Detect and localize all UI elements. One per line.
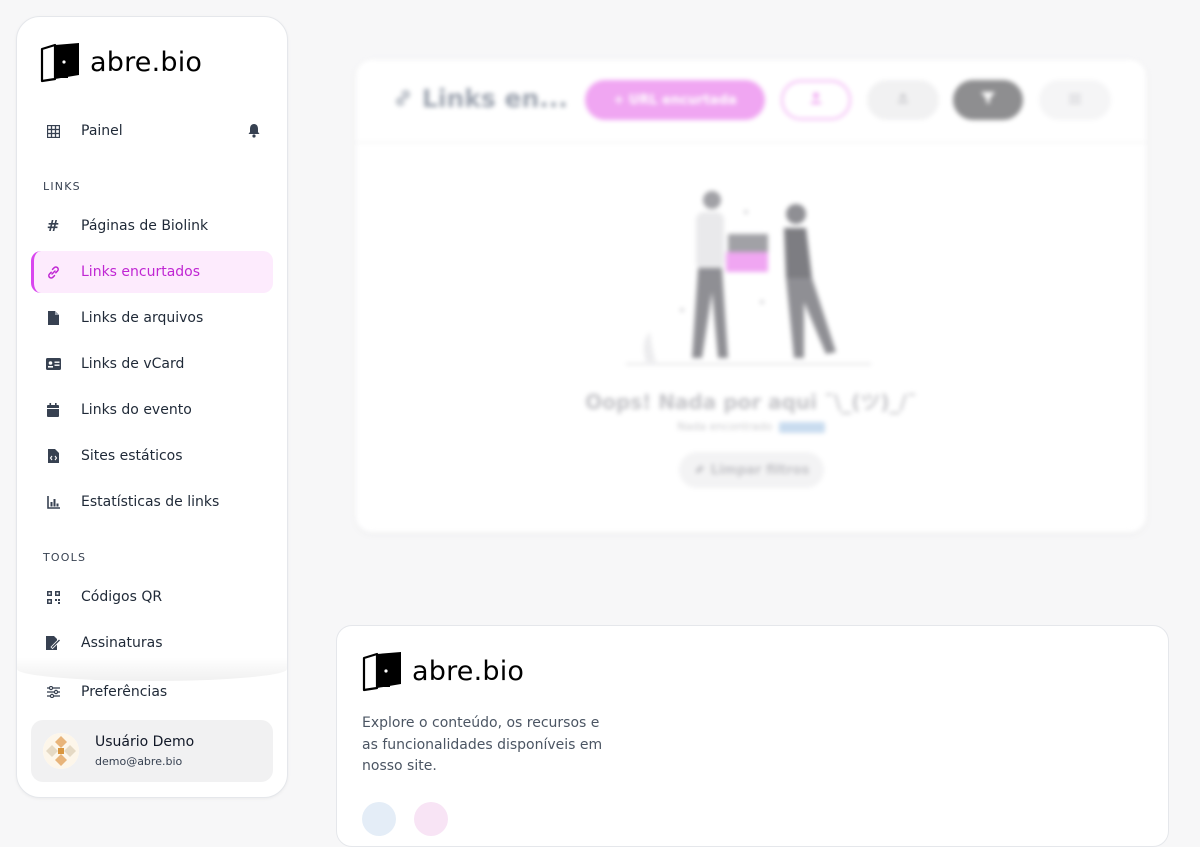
card-header: Links en... + URL encurtada bbox=[356, 60, 1146, 143]
page-title-text: Links en... bbox=[422, 84, 568, 113]
empty-state-subtitle: Nada encontrado bbox=[356, 420, 1146, 433]
sidebar-item-label: Páginas de Biolink bbox=[81, 218, 209, 234]
clear-filters-label: Limpar filtros bbox=[710, 462, 810, 478]
sliders-icon bbox=[45, 684, 61, 700]
sidebar-item-painel[interactable]: Painel bbox=[31, 110, 273, 152]
empty-state-illustration bbox=[626, 191, 871, 365]
list-icon bbox=[1069, 93, 1081, 108]
user-icon bbox=[810, 92, 822, 108]
footer-brand-logo[interactable]: abre.bio bbox=[361, 650, 524, 692]
empty-state-subtitle-text: Nada encontrado bbox=[677, 420, 773, 433]
section-label-tools: TOOLS bbox=[43, 551, 87, 564]
filter-icon bbox=[981, 92, 995, 108]
social-link-1[interactable] bbox=[362, 802, 396, 836]
sidebar-item-arquivos[interactable]: Links de arquivos bbox=[31, 297, 273, 339]
hash-icon: # bbox=[46, 217, 60, 235]
upload-icon bbox=[897, 92, 909, 108]
id-card-icon bbox=[45, 356, 61, 372]
avatar bbox=[43, 733, 79, 769]
file-icon bbox=[45, 310, 61, 326]
add-short-url-button[interactable]: + URL encurtada bbox=[585, 80, 765, 120]
social-link-2[interactable] bbox=[414, 802, 448, 836]
clear-filters-button[interactable]: Limpar filtros bbox=[679, 452, 824, 488]
bell-icon[interactable] bbox=[247, 123, 261, 142]
export-button[interactable] bbox=[867, 80, 939, 120]
sidebar-item-sites[interactable]: Sites estáticos bbox=[31, 435, 273, 477]
calendar-icon bbox=[45, 402, 61, 418]
sidebar-item-label: Códigos QR bbox=[81, 589, 163, 605]
brand-name: abre.bio bbox=[412, 655, 525, 687]
brand-logo[interactable]: abre.bio bbox=[39, 41, 202, 83]
user-email: demo@abre.bio bbox=[95, 755, 183, 768]
sidebar: abre.bio Painel LINKS # Páginas de Bioli… bbox=[16, 16, 288, 798]
sidebar-item-label: Links encurtados bbox=[81, 264, 201, 280]
sidebar-item-label: Sites estáticos bbox=[81, 448, 183, 464]
sidebar-item-label: Estatísticas de links bbox=[81, 494, 220, 510]
link-icon bbox=[394, 84, 412, 113]
user-filter-button[interactable] bbox=[781, 80, 851, 120]
sidebar-item-evento[interactable]: Links do evento bbox=[31, 389, 273, 431]
empty-state-title: Oops! Nada por aqui ¯\_(ツ)_/¯ bbox=[585, 390, 917, 414]
footer-description: Explore o conteúdo, os recursos e as fun… bbox=[362, 715, 603, 774]
door-logo-icon bbox=[362, 652, 401, 692]
user-profile-card[interactable]: Usuário Demo demo@abre.bio bbox=[31, 720, 273, 782]
sidebar-item-qr[interactable]: Códigos QR bbox=[31, 576, 273, 618]
signature-icon bbox=[45, 635, 61, 651]
page-title: Links en... bbox=[394, 84, 568, 113]
filter-chips bbox=[778, 421, 825, 433]
eraser-icon bbox=[694, 463, 705, 478]
sidebar-item-label: Painel bbox=[81, 123, 123, 139]
door-logo-icon bbox=[40, 43, 79, 83]
filter-button[interactable] bbox=[953, 80, 1023, 120]
sidebar-item-links-encurtados[interactable]: Links encurtados bbox=[31, 251, 273, 293]
sidebar-item-biolink[interactable]: # Páginas de Biolink bbox=[31, 205, 273, 247]
bulk-actions-button[interactable] bbox=[1039, 80, 1111, 120]
sidebar-item-label: Links do evento bbox=[81, 402, 192, 418]
file-code-icon bbox=[45, 448, 61, 464]
table-icon bbox=[45, 123, 61, 139]
sidebar-item-label: Assinaturas bbox=[81, 635, 163, 651]
sidebar-item-label: Links de vCard bbox=[81, 356, 185, 372]
links-card: Links en... + URL encurtada Oops! Nada p… bbox=[356, 60, 1146, 532]
sidebar-item-preferencias[interactable]: Preferências bbox=[31, 671, 273, 713]
sidebar-item-label: Preferências bbox=[81, 684, 168, 700]
section-label-links: LINKS bbox=[43, 180, 81, 193]
link-icon bbox=[45, 264, 61, 280]
user-name: Usuário Demo bbox=[95, 734, 195, 750]
brand-name: abre.bio bbox=[90, 46, 203, 78]
sidebar-item-label: Links de arquivos bbox=[81, 310, 204, 326]
chart-icon bbox=[45, 494, 61, 510]
qr-icon bbox=[45, 589, 61, 605]
sidebar-item-vcard[interactable]: Links de vCard bbox=[31, 343, 273, 385]
sidebar-item-estatisticas[interactable]: Estatísticas de links bbox=[31, 481, 273, 523]
